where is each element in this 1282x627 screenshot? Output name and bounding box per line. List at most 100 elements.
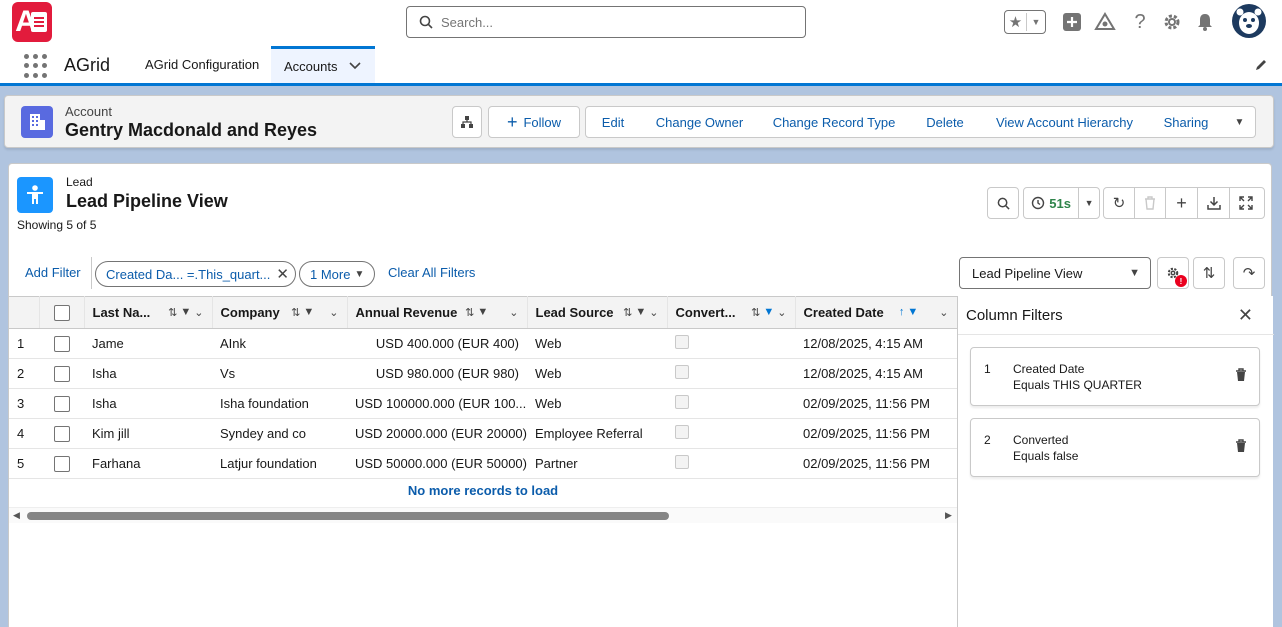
app-launcher-icon[interactable]: [24, 54, 48, 78]
cell-company[interactable]: Vs: [212, 358, 347, 389]
row-select-cell[interactable]: [39, 418, 84, 449]
row-select-cell[interactable]: [39, 448, 84, 479]
filter-card[interactable]: 2 Converted Equals false: [970, 418, 1260, 477]
cell-lead-source[interactable]: Partner: [527, 448, 667, 479]
add-icon[interactable]: +: [1166, 188, 1198, 218]
grid-search-button[interactable]: [987, 187, 1019, 219]
row-checkbox[interactable]: [53, 335, 70, 352]
sort-icon[interactable]: ⇅: [168, 306, 177, 319]
delete-button[interactable]: Delete: [909, 106, 982, 138]
row-select-cell[interactable]: [39, 388, 84, 419]
cell-converted[interactable]: [667, 388, 795, 419]
clear-all-filters-link[interactable]: Clear All Filters: [388, 265, 475, 280]
filter-pill[interactable]: Created Da... =.This_quart... ✕: [95, 261, 296, 287]
cell-created-date[interactable]: 02/09/2025, 11:56 PM: [795, 448, 957, 479]
notifications-button[interactable]: [1193, 10, 1217, 34]
follow-button[interactable]: + Follow: [488, 106, 580, 138]
row-checkbox[interactable]: [53, 425, 70, 442]
column-header-last-name[interactable]: Last Na... ⇅ ▼ ⌄: [84, 296, 213, 329]
row-select-cell[interactable]: [39, 328, 84, 359]
column-header-company[interactable]: Company ⇅ ▼ ⌄: [212, 296, 348, 329]
cell-annual-revenue[interactable]: USD 980.000 (EUR 980): [347, 358, 527, 389]
row-select-cell[interactable]: [39, 358, 84, 389]
cell-converted[interactable]: [667, 358, 795, 389]
table-row[interactable]: 5 Farhana Latjur foundation USD 50000.00…: [9, 448, 957, 479]
pencil-icon[interactable]: [1254, 58, 1268, 75]
column-header-annual-revenue[interactable]: Annual Revenue ⇅ ▼ ⌄: [347, 296, 528, 329]
table-row[interactable]: 1 Jame AInk USD 400.000 (EUR 400) Web 12…: [9, 328, 957, 359]
share-button[interactable]: ↷: [1233, 257, 1265, 289]
chevron-down-icon[interactable]: ▼: [1079, 188, 1099, 218]
table-row[interactable]: 3 Isha Isha foundation USD 100000.000 (E…: [9, 388, 957, 419]
favorites-button-group[interactable]: ★ ▼: [1004, 10, 1046, 34]
auto-refresh-button[interactable]: 51s: [1024, 188, 1080, 218]
cell-lead-source[interactable]: Web: [527, 328, 667, 359]
sort-button[interactable]: ⇅: [1193, 257, 1225, 289]
filter-card[interactable]: 1 Created Date Equals THIS QUARTER: [970, 347, 1260, 406]
filter-icon[interactable]: ▼: [180, 306, 191, 319]
filter-icon[interactable]: ▼: [303, 306, 314, 319]
cell-company[interactable]: Syndey and co: [212, 418, 347, 449]
chevron-down-icon[interactable]: ⌄: [329, 306, 338, 319]
select-all-header[interactable]: [39, 296, 85, 329]
cell-created-date[interactable]: 12/08/2025, 4:15 AM: [795, 358, 957, 389]
chevron-down-icon[interactable]: ⌄: [194, 306, 203, 319]
view-settings-button[interactable]: !: [1157, 257, 1189, 289]
star-icon[interactable]: ★: [1005, 13, 1027, 31]
cell-last-name[interactable]: Kim jill: [84, 418, 212, 449]
sort-ascending-icon[interactable]: ↑: [899, 306, 905, 319]
sort-icon[interactable]: ⇅: [623, 306, 632, 319]
scrollbar-thumb[interactable]: [27, 512, 669, 520]
active-filter-icon[interactable]: ▼: [763, 306, 774, 319]
more-actions-button[interactable]: ▼: [1224, 106, 1256, 138]
row-checkbox[interactable]: [53, 395, 70, 412]
auto-refresh-group[interactable]: 51s ▼: [1023, 187, 1100, 219]
cell-created-date[interactable]: 02/09/2025, 11:56 PM: [795, 388, 957, 419]
view-select[interactable]: Lead Pipeline View ▼: [959, 257, 1151, 289]
cell-last-name[interactable]: Farhana: [84, 448, 212, 479]
table-row[interactable]: 4 Kim jill Syndey and co USD 20000.000 (…: [9, 418, 957, 449]
row-checkbox[interactable]: [53, 365, 70, 382]
cell-last-name[interactable]: Isha: [84, 388, 212, 419]
global-actions-button[interactable]: [1060, 10, 1084, 34]
cell-annual-revenue[interactable]: USD 50000.000 (EUR 50000): [347, 448, 527, 479]
cell-company[interactable]: Latjur foundation: [212, 448, 347, 479]
close-icon[interactable]: ✕: [276, 265, 289, 283]
chevron-down-icon[interactable]: [349, 59, 362, 73]
help-icon[interactable]: ?: [1128, 10, 1152, 34]
chevron-down-icon[interactable]: ⌄: [509, 306, 518, 319]
cell-created-date[interactable]: 02/09/2025, 11:56 PM: [795, 418, 957, 449]
change-owner-button[interactable]: Change Owner: [640, 106, 760, 138]
grid-actions-group[interactable]: ↻ +: [1103, 187, 1265, 219]
cell-converted[interactable]: [667, 448, 795, 479]
expand-icon[interactable]: [1230, 188, 1261, 218]
cell-converted[interactable]: [667, 418, 795, 449]
view-account-hierarchy-button[interactable]: View Account Hierarchy: [981, 106, 1149, 138]
cell-annual-revenue[interactable]: USD 400.000 (EUR 400): [347, 328, 527, 359]
change-record-type-button[interactable]: Change Record Type: [759, 106, 910, 138]
cell-company[interactable]: AInk: [212, 328, 347, 359]
tab-agrid-configuration[interactable]: AGrid Configuration: [132, 46, 272, 83]
scroll-left-icon[interactable]: ◀: [13, 510, 20, 521]
app-logo[interactable]: A: [12, 2, 52, 42]
sharing-button[interactable]: Sharing: [1148, 106, 1225, 138]
setup-button[interactable]: [1160, 10, 1184, 34]
chevron-down-icon[interactable]: ⌄: [649, 306, 658, 319]
edit-button[interactable]: Edit: [585, 106, 641, 138]
close-icon[interactable]: ✕: [1238, 305, 1253, 326]
sort-icon[interactable]: ⇅: [465, 306, 474, 319]
cell-converted[interactable]: [667, 328, 795, 359]
row-checkbox[interactable]: [53, 455, 70, 472]
cell-last-name[interactable]: Jame: [84, 328, 212, 359]
cell-annual-revenue[interactable]: USD 20000.000 (EUR 20000): [347, 418, 527, 449]
filter-icon[interactable]: ▼: [477, 306, 488, 319]
search-input[interactable]: [441, 14, 781, 30]
more-filters-pill[interactable]: 1 More ▼: [299, 261, 376, 287]
trailhead-button[interactable]: [1093, 10, 1117, 34]
refresh-icon[interactable]: ↻: [1104, 188, 1135, 218]
trash-icon[interactable]: [1235, 439, 1247, 456]
download-icon[interactable]: [1198, 188, 1230, 218]
select-all-checkbox[interactable]: [53, 304, 70, 321]
cell-created-date[interactable]: 12/08/2025, 4:15 AM: [795, 328, 957, 359]
tab-accounts[interactable]: Accounts: [271, 46, 375, 83]
